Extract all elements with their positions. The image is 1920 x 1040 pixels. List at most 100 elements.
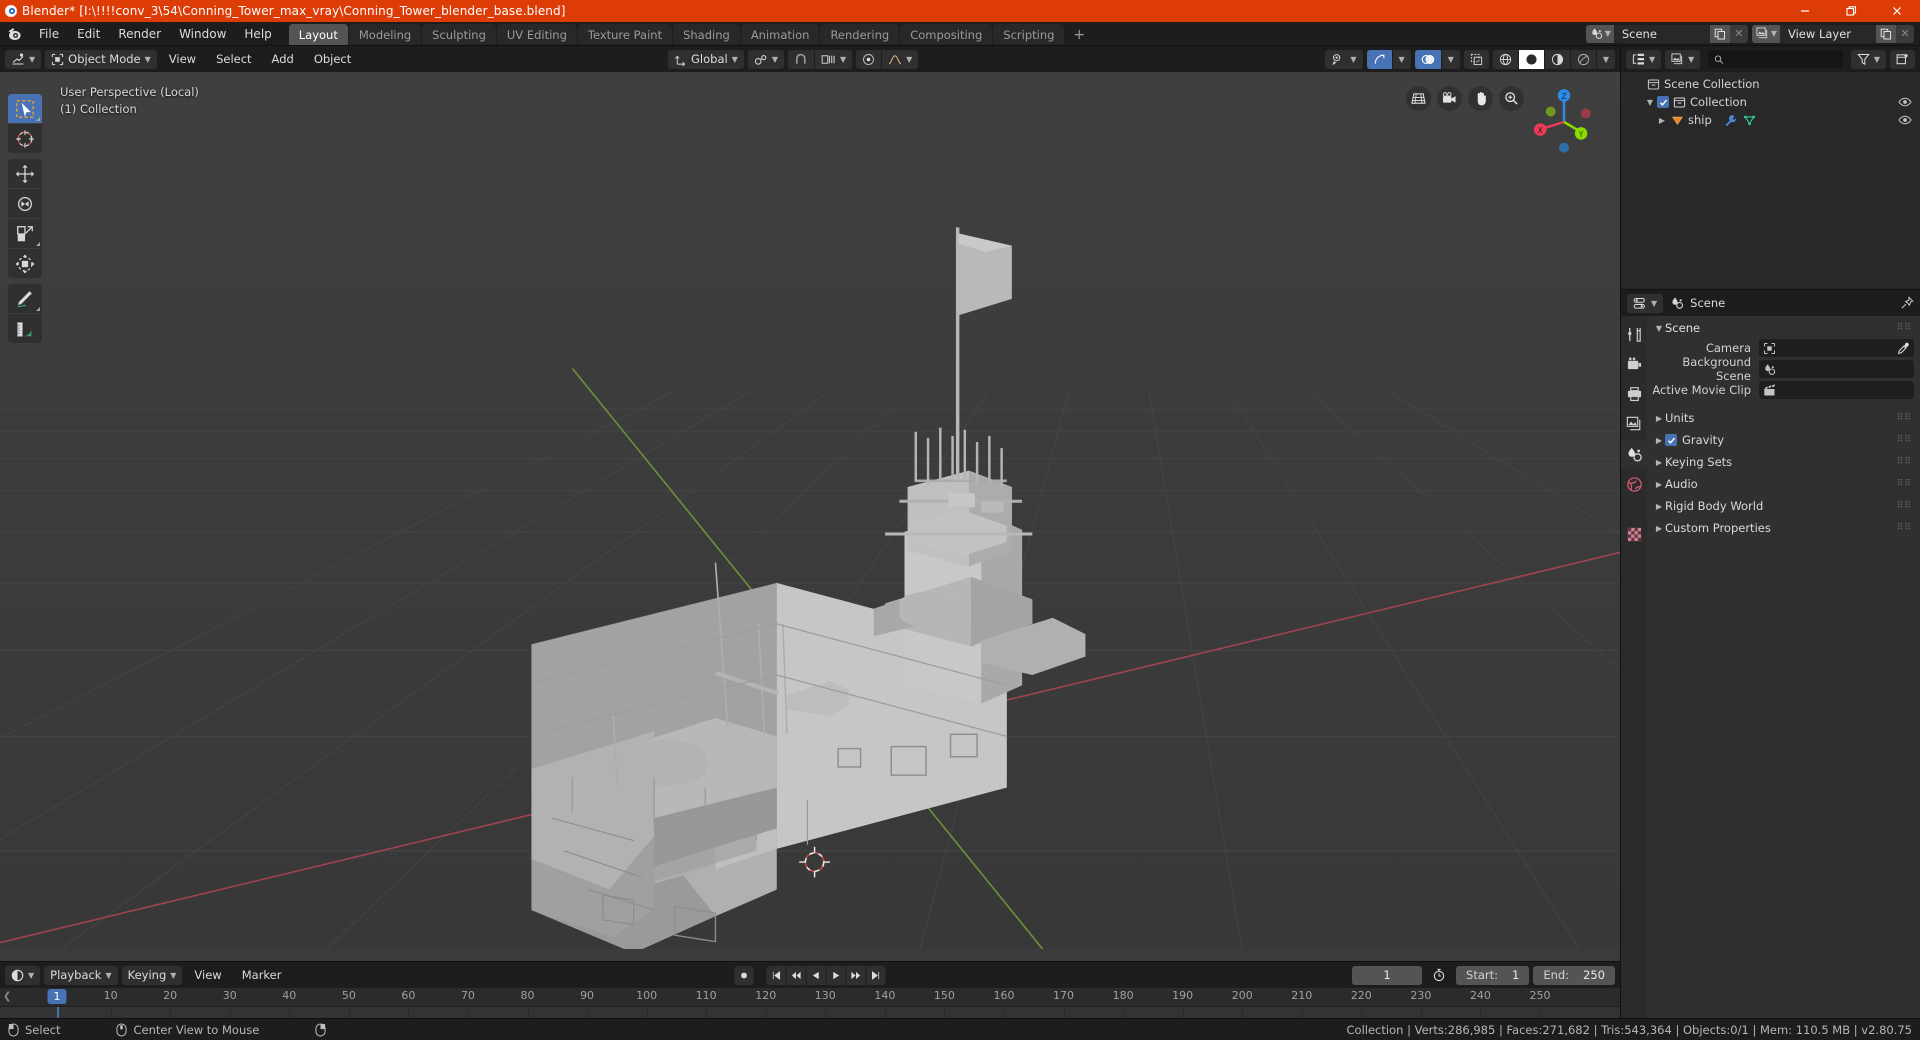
scene-name-value[interactable]: Scene xyxy=(1613,24,1710,43)
close-button[interactable] xyxy=(1874,0,1920,22)
shading-material-preview-button[interactable] xyxy=(1544,49,1570,69)
start-frame-field[interactable]: Start: 1 xyxy=(1456,965,1530,985)
tool-scale[interactable] xyxy=(8,219,42,248)
previous-keyframe-button[interactable] xyxy=(786,965,806,985)
record-keyframes-button[interactable] xyxy=(734,965,754,985)
mesh-data-icon[interactable] xyxy=(1743,114,1756,127)
end-frame-field[interactable]: End: 250 xyxy=(1533,965,1615,985)
proportional-edit-toggle[interactable] xyxy=(856,49,882,69)
outliner-search-field[interactable] xyxy=(1708,50,1843,68)
timeline-track-strip[interactable] xyxy=(0,1006,1620,1018)
xray-toggle-button[interactable] xyxy=(1463,49,1489,69)
shading-rendered-button[interactable] xyxy=(1570,49,1596,69)
scene-panel-disclosure-icon[interactable]: ▼ xyxy=(1653,324,1665,333)
timeline-playhead-label[interactable]: 1 xyxy=(47,989,67,1004)
custom-properties-disclosure-icon[interactable]: ▶ xyxy=(1653,524,1665,533)
ship-visibility-eye-icon[interactable] xyxy=(1898,114,1912,126)
toggle-orthographic-icon[interactable] xyxy=(1406,86,1431,111)
editor-type-selector[interactable]: ▼ xyxy=(5,49,42,69)
play-reverse-button[interactable] xyxy=(806,965,826,985)
scene-unlink-button[interactable]: ✕ xyxy=(1729,24,1748,43)
visibility-selector[interactable]: ▼ xyxy=(1325,49,1363,69)
units-section[interactable]: ▶ Units ⠿⠿ xyxy=(1647,407,1920,429)
add-workspace-button[interactable]: + xyxy=(1065,24,1093,45)
tool-measure[interactable] xyxy=(8,314,42,343)
menu-window[interactable]: Window xyxy=(170,22,235,45)
active-movie-clip-field[interactable] xyxy=(1759,381,1914,399)
background-scene-field[interactable] xyxy=(1759,360,1914,378)
units-disclosure-icon[interactable]: ▶ xyxy=(1653,414,1665,423)
viewport-menu-add[interactable]: Add xyxy=(264,50,302,69)
menu-help[interactable]: Help xyxy=(235,22,280,45)
properties-tab-texture[interactable] xyxy=(1621,520,1647,548)
timeline-sidebar-toggle-icon[interactable]: ❮ xyxy=(3,991,11,1002)
outliner-row-collection[interactable]: ▼ Collection xyxy=(1621,93,1920,111)
minimize-button[interactable] xyxy=(1782,0,1828,22)
viewlayer-selector[interactable]: ▼ View Layer ✕ xyxy=(1751,24,1914,43)
outliner-filter-button[interactable]: ▼ xyxy=(1850,49,1886,69)
scene-duplicate-button[interactable] xyxy=(1709,24,1730,43)
collection-disclosure-icon[interactable]: ▼ xyxy=(1643,98,1657,107)
workspace-tab-compositing[interactable]: Compositing xyxy=(900,24,993,45)
collection-visibility-eye-icon[interactable] xyxy=(1898,96,1912,108)
3d-viewport[interactable]: User Perspective (Local) (1) Collection xyxy=(0,72,1620,961)
overlays-toggle-button[interactable] xyxy=(1414,49,1441,69)
transform-orientation-selector[interactable]: Global ▼ xyxy=(668,49,744,69)
outliner-row-ship[interactable]: ▶ ship xyxy=(1621,111,1920,129)
shading-wireframe-button[interactable] xyxy=(1492,49,1518,69)
current-frame-field[interactable]: 1 xyxy=(1352,965,1423,985)
properties-tab-tool[interactable] xyxy=(1621,320,1647,348)
camera-view-icon[interactable] xyxy=(1437,86,1462,111)
scene-browse-button[interactable]: ▼ xyxy=(1585,24,1614,43)
modifier-wrench-icon[interactable] xyxy=(1724,114,1737,127)
play-button[interactable] xyxy=(826,965,846,985)
proportional-editing-selector[interactable]: ▼ xyxy=(815,49,853,69)
workspace-tab-uv-editing[interactable]: UV Editing xyxy=(496,24,577,45)
workspace-tab-modeling[interactable]: Modeling xyxy=(348,24,422,45)
pan-view-icon[interactable] xyxy=(1468,86,1493,111)
viewlayer-remove-button[interactable]: ✕ xyxy=(1896,24,1914,43)
rigid-body-world-disclosure-icon[interactable]: ▶ xyxy=(1653,502,1665,511)
gravity-section[interactable]: ▶ Gravity ⠿⠿ xyxy=(1647,429,1920,451)
timeline-menu-playback[interactable]: Playback ▼ xyxy=(44,965,118,985)
auto-keying-button[interactable] xyxy=(1426,966,1452,985)
audio-section[interactable]: ▶ Audio ⠿⠿ xyxy=(1647,473,1920,495)
viewlayer-duplicate-button[interactable] xyxy=(1876,24,1896,43)
gravity-checkbox[interactable] xyxy=(1665,434,1677,446)
timeline-editor-type-selector[interactable]: ▼ xyxy=(5,965,41,985)
proportional-falloff-selector[interactable]: ▼ xyxy=(882,49,919,69)
camera-field[interactable] xyxy=(1759,339,1914,357)
tool-transform[interactable] xyxy=(8,249,42,278)
gravity-disclosure-icon[interactable]: ▶ xyxy=(1653,436,1665,445)
viewport-menu-object[interactable]: Object xyxy=(306,50,359,69)
collection-checkbox[interactable] xyxy=(1657,96,1669,108)
properties-tab-scene[interactable] xyxy=(1621,440,1647,468)
keying-sets-section[interactable]: ▶ Keying Sets ⠿⠿ xyxy=(1647,451,1920,473)
workspace-tab-shading[interactable]: Shading xyxy=(673,24,740,45)
properties-tab-view-layer[interactable] xyxy=(1621,410,1647,438)
timeline-ruler[interactable]: ❮ 1 10 20 30 40 50 60 70 80 90 100 110 120 130 140 150 1… xyxy=(0,988,1620,1006)
tool-rotate[interactable] xyxy=(8,189,42,218)
workspace-tab-sculpting[interactable]: Sculpting xyxy=(422,24,496,45)
snap-toggle-button[interactable] xyxy=(788,49,814,69)
outliner-new-collection-button[interactable] xyxy=(1890,49,1915,69)
next-keyframe-button[interactable] xyxy=(846,965,866,985)
object-mode-selector[interactable]: Object Mode ▼ xyxy=(45,49,157,69)
keying-sets-disclosure-icon[interactable]: ▶ xyxy=(1653,458,1665,467)
outliner-search-input[interactable] xyxy=(1729,52,1837,66)
properties-pin-button[interactable] xyxy=(1900,296,1914,310)
shading-options-button[interactable]: ▼ xyxy=(1596,49,1615,69)
timeline-menu-view[interactable]: View xyxy=(186,966,229,985)
navigation-gizmo[interactable]: Z X Y xyxy=(1526,84,1602,160)
outliner-editor-type-selector[interactable]: ▼ xyxy=(1626,49,1662,69)
menu-render[interactable]: Render xyxy=(109,22,170,45)
scene-panel-header[interactable]: ▼ Scene ⠿⠿ xyxy=(1647,318,1920,338)
viewport-menu-view[interactable]: View xyxy=(161,50,204,69)
workspace-tab-layout[interactable]: Layout xyxy=(288,24,348,45)
tool-move[interactable] xyxy=(8,159,42,188)
custom-properties-section[interactable]: ▶ Custom Properties ⠿⠿ xyxy=(1647,517,1920,539)
workspace-tab-animation[interactable]: Animation xyxy=(740,24,820,45)
zoom-view-icon[interactable] xyxy=(1499,86,1524,111)
workspace-tab-texture-paint[interactable]: Texture Paint xyxy=(577,24,673,45)
ship-disclosure-icon[interactable]: ▶ xyxy=(1655,116,1669,125)
